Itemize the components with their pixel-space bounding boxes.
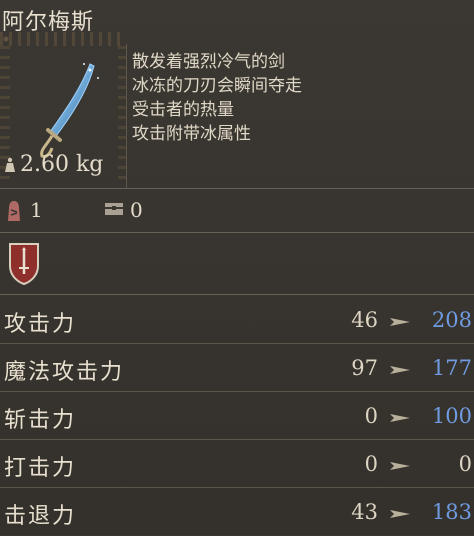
body-stat-icon <box>8 201 20 221</box>
stat-label: 打击力 <box>4 456 77 481</box>
stat-row-slash: 斩击力 0 100 <box>0 392 474 440</box>
arrow-right-icon <box>390 414 410 422</box>
stat-row-attack: 攻击力 46 208 <box>0 296 474 344</box>
description-line: 攻击附带冰属性 <box>132 124 251 144</box>
stat-label: 击退力 <box>4 504 77 529</box>
ice-sword-image <box>40 63 99 158</box>
stat-label: 魔法攻击力 <box>4 360 125 385</box>
arrow-right-icon <box>390 318 410 326</box>
chest-slot-icon <box>105 203 123 215</box>
ornament-border-top <box>0 32 125 46</box>
weight-icon <box>5 157 15 172</box>
stat-current-value: 46 <box>351 308 378 332</box>
description-line: 冰冻的刀刃会瞬间夺走 <box>132 76 302 96</box>
stat-new-value: 208 <box>431 308 472 332</box>
divider <box>0 232 474 233</box>
divider <box>0 294 474 295</box>
item-name: 阿尔梅斯 <box>2 10 95 35</box>
item-detail-panel: 阿尔梅斯 2.60 kg 散发着强烈冷气的剑 冰冻的刀刃会瞬间夺走 受击者的热量… <box>0 0 474 535</box>
description-line: 散发着强烈冷气的剑 <box>132 52 285 72</box>
ornament-border-right <box>118 46 126 186</box>
stat-current-value: 97 <box>351 356 378 380</box>
stat-row-knockback: 击退力 43 183 <box>0 488 474 536</box>
weight-value: 2.60 kg <box>20 152 104 177</box>
divider <box>0 188 474 189</box>
stat-current-value: 0 <box>364 404 378 428</box>
stat-new-value: 100 <box>431 404 472 428</box>
stat-new-value: 0 <box>458 452 472 476</box>
stat-row-strike: 打击力 0 0 <box>0 440 474 488</box>
weight-display: 2.60 kg <box>4 152 103 177</box>
sword-shield-icon <box>9 243 39 286</box>
item-description: 散发着强烈冷气的剑 冰冻的刀刃会瞬间夺走 受击者的热量 攻击附带冰属性 <box>132 50 462 146</box>
description-line: 受击者的热量 <box>132 100 234 120</box>
slot-value: 0 <box>130 198 143 222</box>
stat-label: 斩击力 <box>4 408 77 433</box>
requirement-value: 1 <box>30 198 43 222</box>
stat-new-value: 183 <box>431 500 472 524</box>
stat-current-value: 43 <box>351 500 378 524</box>
arrow-right-icon <box>390 510 410 518</box>
arrow-right-icon <box>390 462 410 470</box>
arrow-right-icon <box>390 366 410 374</box>
stat-row-magic-attack: 魔法攻击力 97 177 <box>0 344 474 392</box>
requirements-row: 1 0 <box>0 192 474 230</box>
stat-new-value: 177 <box>431 356 472 380</box>
stat-label: 攻击力 <box>4 312 77 337</box>
divider-vertical <box>126 44 127 188</box>
stat-current-value: 0 <box>364 452 378 476</box>
